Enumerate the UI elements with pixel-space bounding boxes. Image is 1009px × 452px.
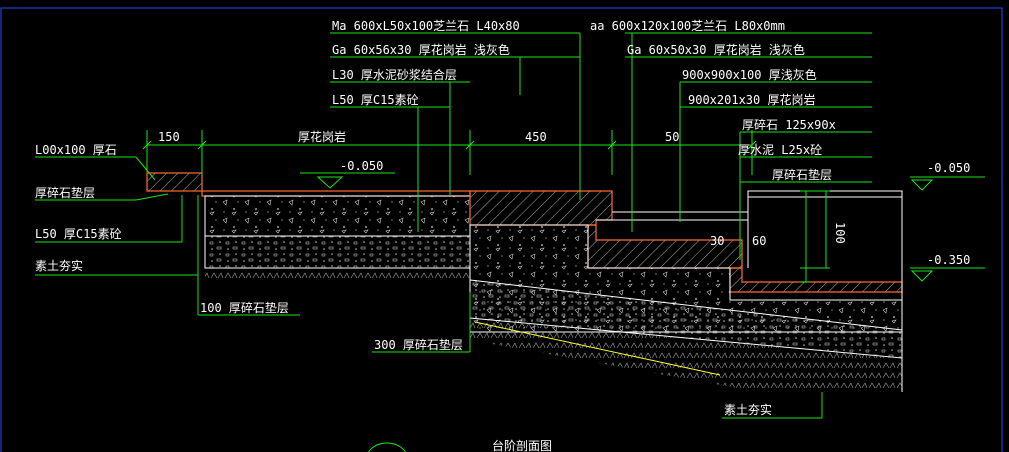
note-top-1: Ma 600xL50x100芝兰石 L40x80 xyxy=(332,18,520,33)
lower-landing-stone xyxy=(729,267,903,293)
note-spec-900a: 900x900x100 厚浅灰色 xyxy=(682,68,817,82)
note-bottom-left: 300 厚碎石垫层 xyxy=(374,337,463,352)
note-left-4: 素土夯实 xyxy=(35,258,83,273)
drawing-title: 台阶剖面图 xyxy=(492,438,552,452)
note-base-a: 厚碎石 125x90x xyxy=(742,117,836,132)
right-upper-slab xyxy=(747,190,903,198)
step-1-stone xyxy=(469,190,613,226)
left-gravel-layer xyxy=(204,235,471,269)
note-concrete-a: L50 厚C15素砼 xyxy=(332,93,419,107)
note-mortar-a: L30 厚水泥砂浆结合层 xyxy=(332,67,457,82)
level-right-bottom: -0.350 xyxy=(927,253,970,267)
note-stone-b: Ga 60x50x30 厚花岗岩 浅灰色 xyxy=(627,42,805,57)
note-left-1: L00x100 厚石 xyxy=(35,143,117,157)
note-left-3: L50 厚C15素砼 xyxy=(35,227,122,241)
left-mortar-layer xyxy=(204,195,471,237)
cad-section-drawing: 150 厚花岗岩 450 50 100 30 60 -0.050 -0.050 … xyxy=(0,7,1003,452)
note-top-2: aa 600x120x100芝兰石 L80x0mm xyxy=(590,18,785,33)
level-right-top: -0.050 xyxy=(927,161,970,175)
note-bottom-mid: 100 厚碎石垫层 xyxy=(200,300,289,315)
note-base-b: 厚水泥 L25x砼 xyxy=(738,143,822,157)
dim-mid-note: 厚花岗岩 xyxy=(298,129,346,144)
note-bottom-right: 素土夯实 xyxy=(724,402,772,417)
left-soil-layer xyxy=(205,268,470,280)
dim-100: 100 xyxy=(833,222,847,244)
note-left-2: 厚碎石垫层 xyxy=(35,185,95,200)
dim-450: 450 xyxy=(525,130,547,144)
edge-kerb xyxy=(146,172,203,192)
note-stone-a: Ga 60x56x30 厚花岗岩 浅灰色 xyxy=(332,42,510,57)
level-left: -0.050 xyxy=(340,159,383,173)
note-spec-900b: 900x201x30 厚花岗岩 xyxy=(688,92,815,107)
dim-150: 150 xyxy=(158,130,180,144)
dim-50: 50 xyxy=(665,130,679,144)
left-stone-layer xyxy=(201,190,471,197)
note-base-c: 厚碎石垫层 xyxy=(772,167,832,182)
title-circle xyxy=(368,442,406,452)
dim-30: 30 xyxy=(710,234,724,248)
dim-60: 60 xyxy=(752,234,766,248)
